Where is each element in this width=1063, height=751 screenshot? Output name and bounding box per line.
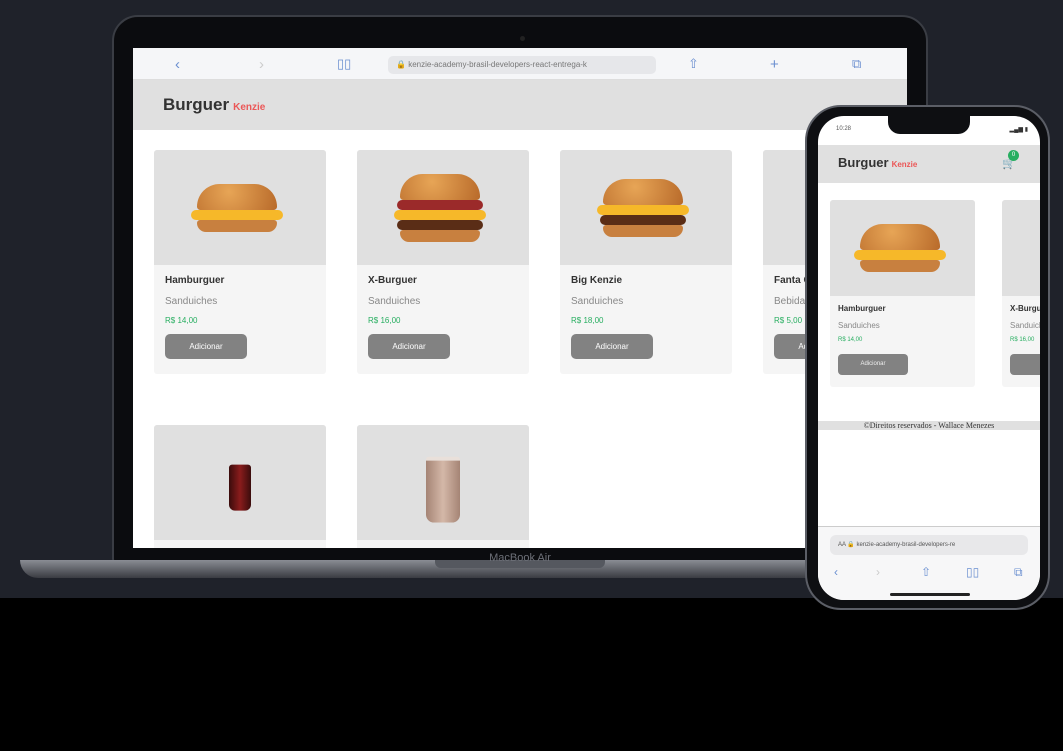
phone-notch	[888, 116, 970, 134]
product-card: X-Burguer Sanduiches R$ 16,00 Adicionar	[357, 150, 529, 374]
site-header: Burguer Kenzie	[133, 80, 907, 130]
site-header: Burguer Kenzie 🛒 0	[818, 145, 1040, 183]
add-button[interactable]: Adicionar	[165, 334, 247, 359]
chevron-right-icon[interactable]: ›	[876, 565, 880, 579]
product-image	[154, 150, 326, 265]
book-icon[interactable]: ▯▯	[337, 56, 351, 72]
plus-icon[interactable]: +	[770, 56, 779, 73]
url-text: kenzie-academy-brasil-developers-re	[856, 542, 956, 548]
logo[interactable]: Burguer Kenzie	[838, 155, 917, 170]
product-name: Big Kenzie	[571, 275, 623, 286]
camera	[520, 36, 525, 41]
product-name: Hamburguer	[838, 304, 886, 313]
product-card	[357, 425, 529, 548]
chevron-left-icon[interactable]: ‹	[175, 56, 180, 73]
laptop-screen: ‹ › ▯▯ 🔒 kenzie-academy-brasil-developer…	[133, 48, 907, 548]
product-price: R$ 18,00	[571, 316, 604, 325]
laptop-label: MacBook Air	[489, 552, 551, 564]
product-category: Sanduiches	[165, 296, 218, 307]
product-image	[830, 200, 975, 296]
product-card: Big Kenzie Sanduiches R$ 18,00 Adicionar	[560, 150, 732, 374]
phone-screen: 10:28 ▂▄▆ ▮ Burguer Kenzie 🛒 0 Hamburguer…	[818, 116, 1040, 600]
logo[interactable]: Burguer Kenzie	[163, 95, 265, 115]
product-card	[154, 425, 326, 548]
phone-browser-bar: AA 🔒 kenzie-academy-brasil-developers-re…	[818, 526, 1040, 600]
product-card: Hamburguer Sanduiches R$ 14,00 Adicionar	[830, 200, 975, 387]
browser-toolbar: ‹ › ▯▯ 🔒 kenzie-academy-brasil-developer…	[133, 48, 907, 80]
chevron-right-icon[interactable]: ›	[259, 56, 264, 73]
product-price: R$ 14,00	[165, 316, 198, 325]
chevron-left-icon[interactable]: ‹	[834, 565, 838, 579]
product-image	[1002, 200, 1040, 296]
status-time: 10:28	[836, 126, 852, 132]
product-price: R$ 14,00	[838, 337, 863, 343]
product-price: R$ 5,00	[774, 316, 803, 325]
add-button[interactable]: Adicionar	[838, 354, 908, 375]
add-button[interactable]	[1010, 354, 1040, 375]
add-button[interactable]: Adicionar	[571, 334, 653, 359]
home-indicator	[890, 593, 970, 596]
product-category: Sanduiches	[838, 321, 880, 330]
product-category: Sanduiches	[571, 296, 624, 307]
product-category: Sanduiches	[368, 296, 421, 307]
book-icon[interactable]: ▯▯	[966, 565, 979, 579]
product-card: X-Burguer Sanduiches R$ 16,00	[1002, 200, 1040, 387]
tabs-icon[interactable]: ⧉	[852, 56, 861, 72]
milkshake-cup	[426, 456, 460, 523]
share-icon[interactable]: ⇧	[921, 565, 931, 579]
product-image	[357, 425, 529, 540]
add-button[interactable]: Adicionar	[368, 334, 450, 359]
product-name: X-Burguer	[368, 275, 417, 286]
footer: ©Direitos reservados - Wallace Menezes	[818, 421, 1040, 430]
product-price: R$ 16,00	[368, 316, 401, 325]
product-image	[560, 150, 732, 265]
product-name: X-Burguer	[1010, 304, 1040, 313]
soda-cup	[229, 464, 251, 511]
cart-badge: 0	[1008, 150, 1019, 161]
url-bar[interactable]: AA 🔒 kenzie-academy-brasil-developers-re	[830, 535, 1028, 555]
share-icon[interactable]: ⇧	[688, 56, 699, 72]
product-image	[154, 425, 326, 540]
product-price: R$ 16,00	[1010, 337, 1035, 343]
url-bar[interactable]: 🔒 kenzie-academy-brasil-developers-react…	[388, 56, 656, 74]
product-image	[357, 150, 529, 265]
tabs-icon[interactable]: ⧉	[1014, 565, 1023, 580]
product-category: Sanduiches	[1010, 321, 1040, 330]
signal-battery-icon: ▂▄▆ ▮	[1009, 127, 1028, 133]
product-card: Hamburguer Sanduiches R$ 14,00 Adicionar	[154, 150, 326, 374]
url-text: kenzie-academy-brasil-developers-react-e…	[408, 60, 587, 69]
product-name: Hamburguer	[165, 275, 225, 286]
